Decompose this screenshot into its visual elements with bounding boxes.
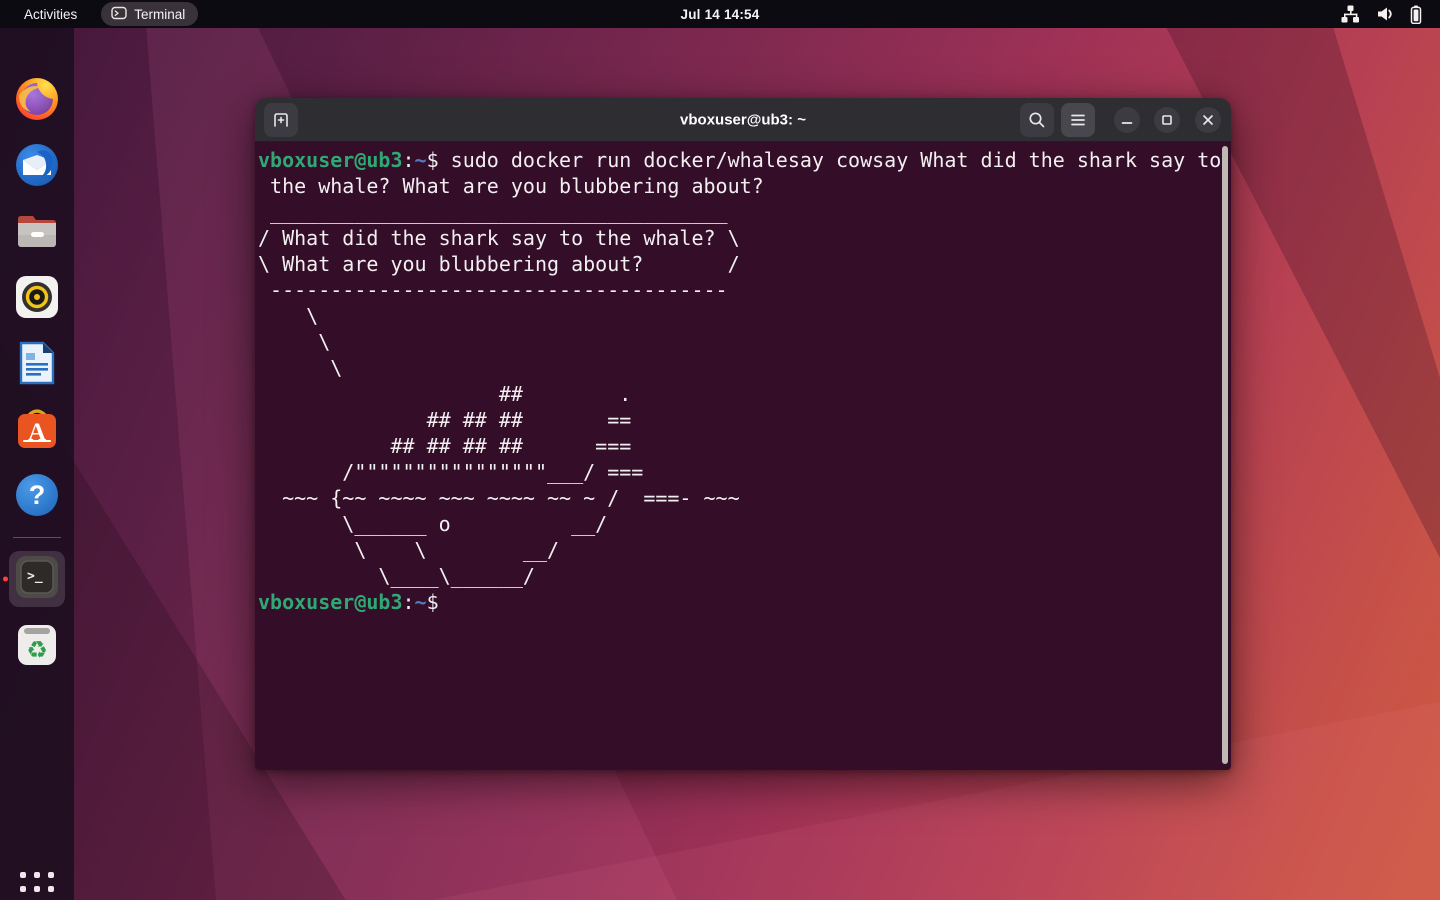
clock[interactable]: Jul 14 14:54: [681, 7, 760, 22]
volume-icon: [1376, 5, 1394, 23]
dock-separator: [13, 537, 61, 538]
prompt-user-host: vboxuser@ub3: [258, 148, 403, 172]
dock-item-trash[interactable]: ♻: [9, 618, 65, 674]
rhythmbox-icon: [13, 273, 61, 326]
terminal-window: vboxuser@ub3: ~ vboxuser@ub3:~$ sudo doc…: [255, 98, 1231, 770]
dock-item-ubuntu-software[interactable]: A: [9, 403, 65, 459]
firefox-icon: [13, 75, 61, 128]
headerbar[interactable]: vboxuser@ub3: ~: [255, 98, 1231, 142]
wired-network-icon: [1341, 5, 1360, 23]
dock-item-terminal[interactable]: >_: [3, 551, 65, 607]
close-button[interactable]: [1195, 107, 1221, 133]
minimize-button[interactable]: [1114, 107, 1140, 133]
terminal-scrollbar[interactable]: [1222, 146, 1228, 764]
files-icon: [13, 207, 61, 260]
terminal-app-icon: >_: [14, 554, 60, 605]
svg-text:?: ?: [29, 480, 46, 510]
activities-button[interactable]: Activities: [14, 4, 87, 25]
ubuntu-software-icon: A: [13, 405, 61, 458]
whalesay-ascii-art: ______________________________________ /…: [258, 200, 740, 588]
search-button[interactable]: [1020, 103, 1054, 137]
terminal-command-wrap-line: the whale? What are you blubbering about…: [258, 174, 764, 198]
maximize-icon: [1162, 115, 1172, 125]
help-icon: ?: [13, 471, 61, 524]
dock-item-files[interactable]: [9, 205, 65, 261]
dock-item-libreoffice-writer[interactable]: [9, 337, 65, 393]
focused-app-label: Terminal: [134, 6, 186, 22]
terminal-prompt-line: vboxuser@ub3:~$: [258, 590, 439, 614]
search-icon: [1029, 112, 1045, 128]
battery-icon: [1410, 5, 1422, 24]
libreoffice-writer-icon: [13, 339, 61, 392]
focused-app-menu[interactable]: Terminal: [101, 2, 199, 26]
window-title: vboxuser@ub3: ~: [680, 111, 806, 128]
running-indicator-dot: [3, 576, 8, 582]
command-text: sudo docker run docker/whalesay cowsay W…: [438, 148, 1222, 172]
terminal-app-icon: [111, 5, 127, 24]
hamburger-menu-icon: [1071, 114, 1085, 126]
dock: A ? >_ ♻: [0, 28, 74, 900]
dock-item-help[interactable]: ?: [9, 469, 65, 525]
prompt-directory: ~: [414, 148, 427, 172]
prompt-user-host: vboxuser@ub3: [258, 590, 403, 614]
prompt-directory: ~: [414, 590, 427, 614]
desktop: Activities Terminal Jul 14 14:54 A ? >_ …: [0, 0, 1440, 900]
terminal-screen[interactable]: vboxuser@ub3:~$ sudo docker run docker/w…: [255, 142, 1231, 770]
dock-item-firefox[interactable]: [9, 73, 65, 129]
terminal-command-line: vboxuser@ub3:~$ sudo docker run docker/w…: [258, 148, 1222, 172]
show-apps-button[interactable]: [9, 861, 65, 900]
thunderbird-icon: [13, 141, 61, 194]
dock-item-rhythmbox[interactable]: [9, 271, 65, 327]
system-status-area[interactable]: [1333, 0, 1430, 28]
show-apps-grid-icon: [20, 872, 54, 900]
top-bar: Activities Terminal Jul 14 14:54: [0, 0, 1440, 28]
menu-button[interactable]: [1061, 103, 1095, 137]
svg-text:>_: >_: [27, 569, 43, 584]
new-tab-button[interactable]: [264, 103, 298, 137]
svg-text:♻: ♻: [26, 636, 48, 664]
minimize-icon: [1121, 122, 1133, 124]
dock-item-thunderbird[interactable]: [9, 139, 65, 195]
close-icon: [1203, 115, 1213, 125]
maximize-button[interactable]: [1154, 107, 1180, 133]
trash-icon: ♻: [14, 621, 60, 672]
